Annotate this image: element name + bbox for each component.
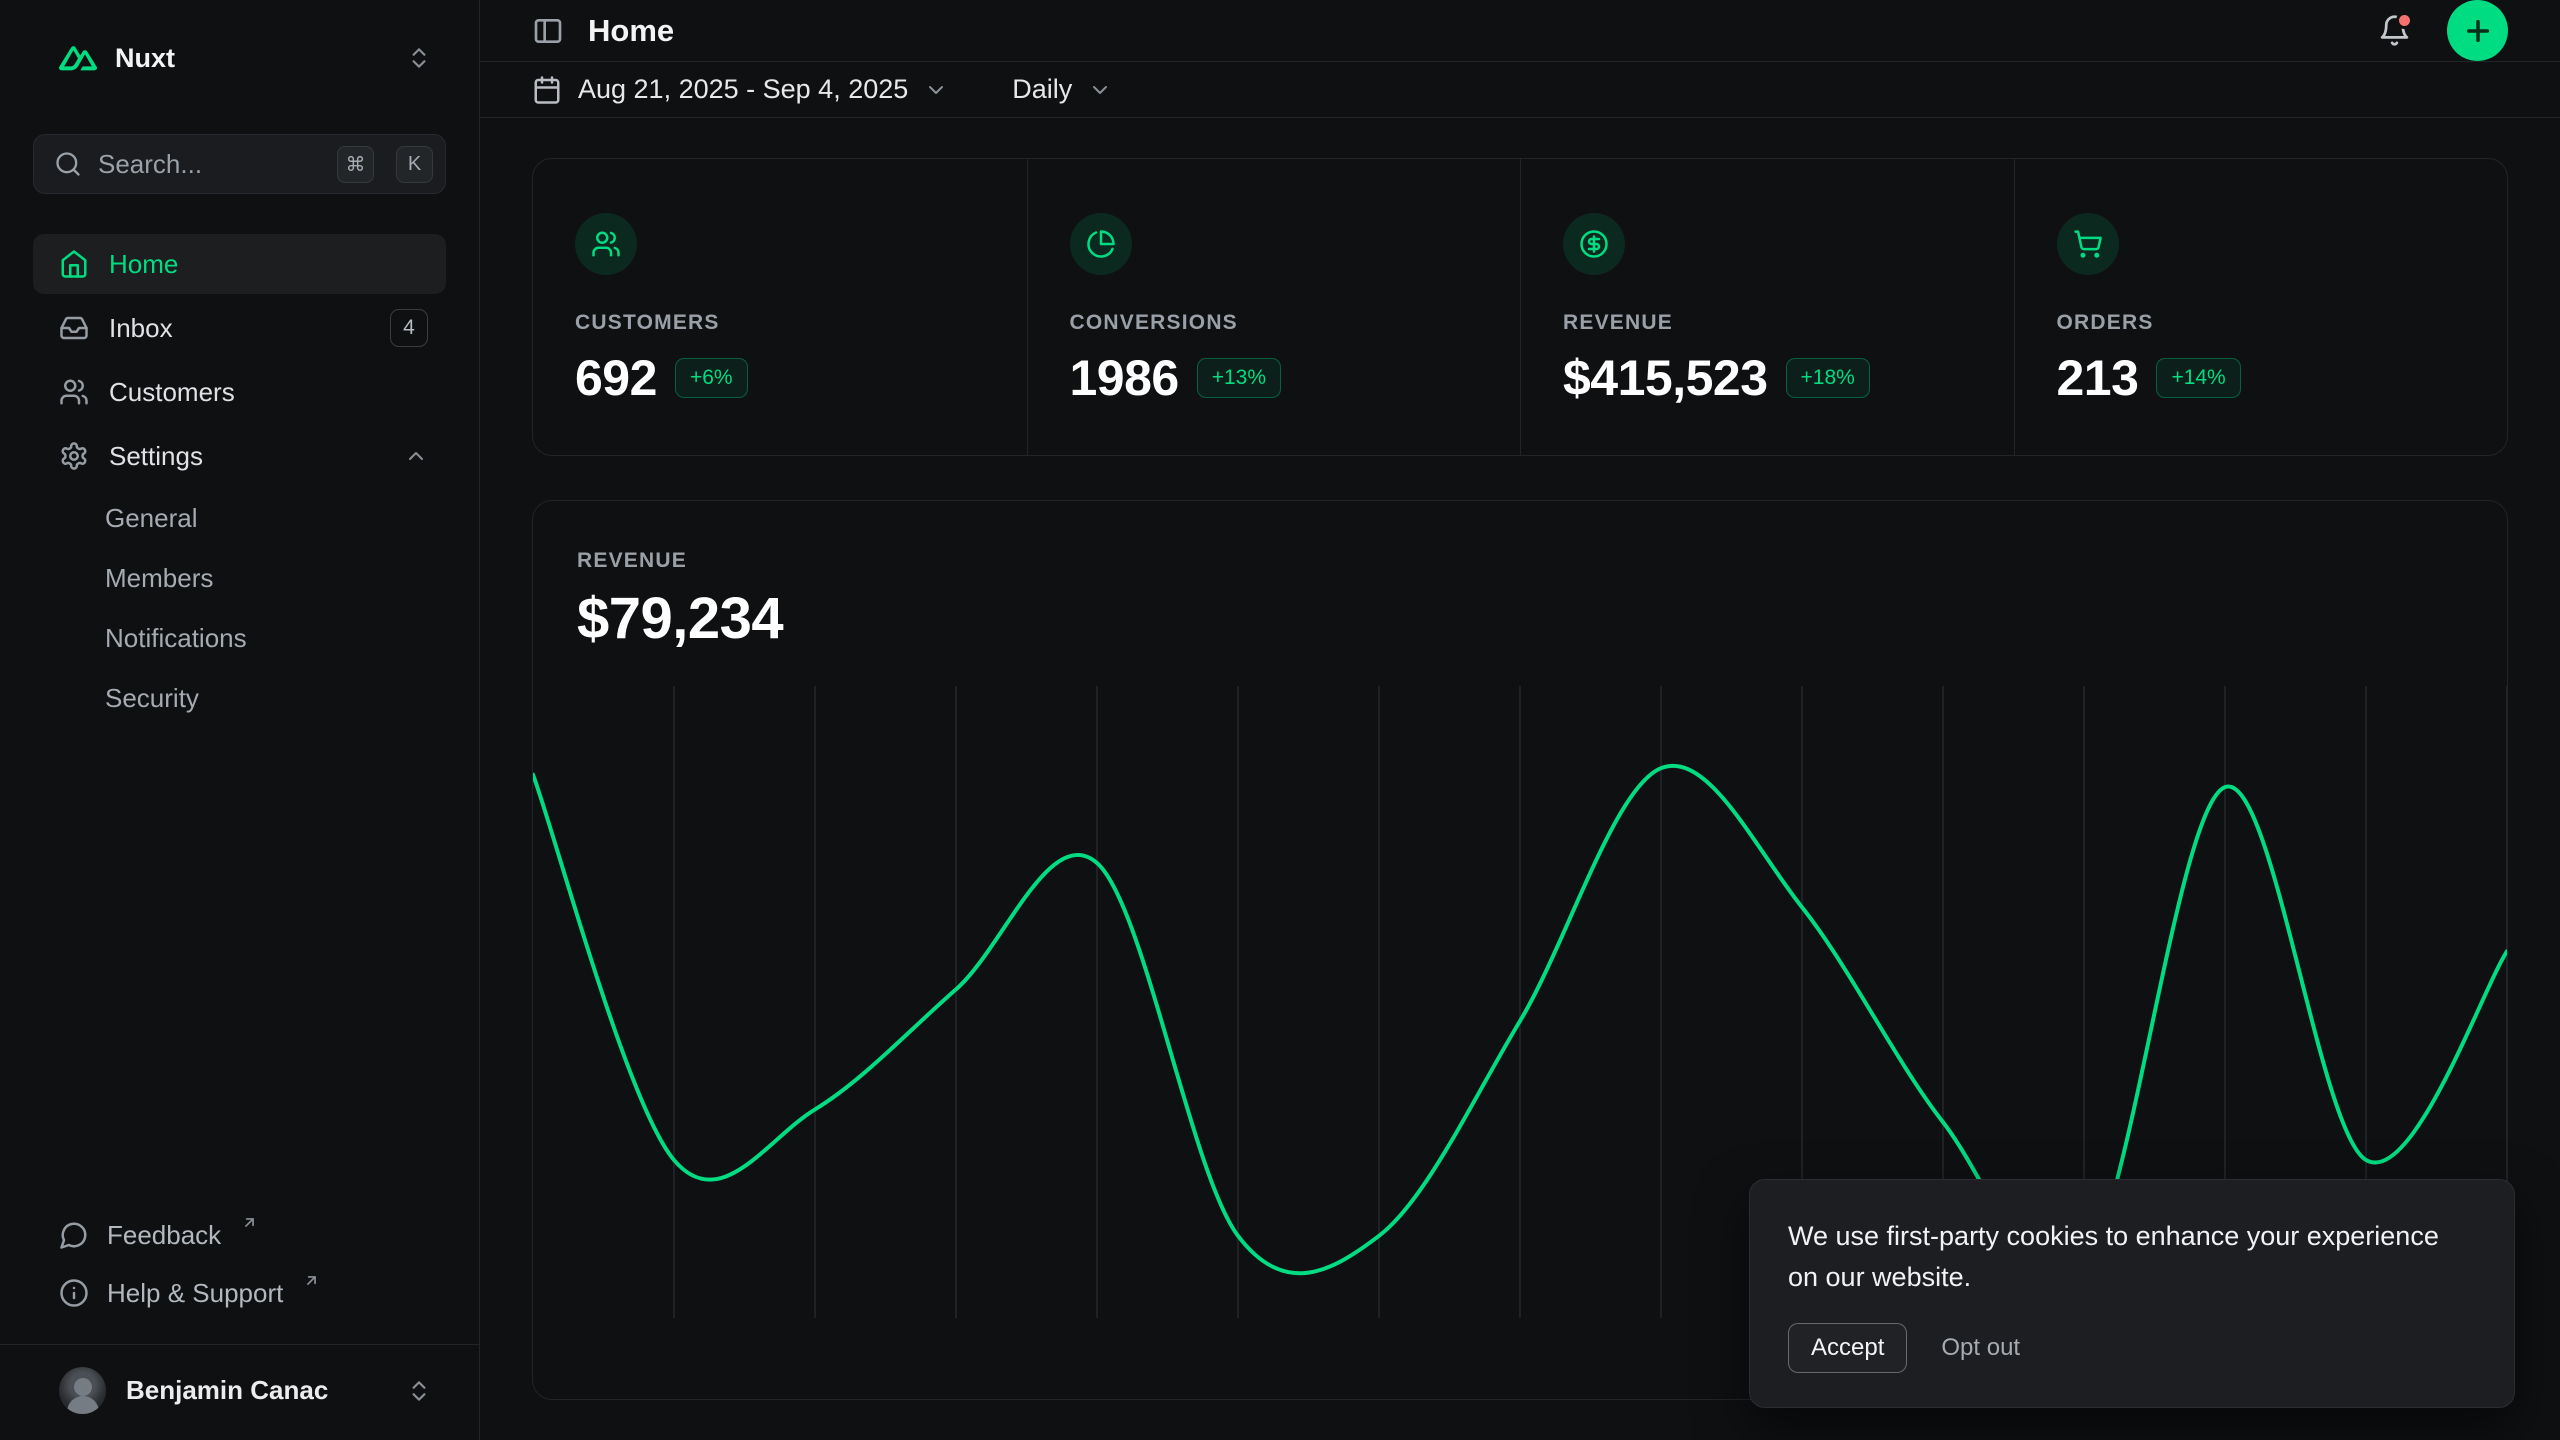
stat-value: 1986 <box>1070 349 1179 407</box>
sidebar-item-security[interactable]: Security <box>33 670 446 726</box>
sidebar-footer: Feedback Help & Support Benjamin Canac <box>33 1206 446 1440</box>
sidebar-item-members[interactable]: Members <box>33 550 446 606</box>
workspace-switcher[interactable]: Nuxt <box>33 26 446 90</box>
page-title: Home <box>588 13 674 49</box>
topbar: Home <box>480 0 2560 62</box>
feedback-link[interactable]: Feedback <box>33 1206 446 1264</box>
date-range-label: Aug 21, 2025 - Sep 4, 2025 <box>578 74 908 105</box>
external-link-icon <box>241 1214 258 1231</box>
home-icon <box>59 249 89 279</box>
stat-delta-badge: +14% <box>2156 358 2240 398</box>
sub-item-label: General <box>105 503 198 534</box>
calendar-icon <box>532 75 562 105</box>
revenue-panel-label: REVENUE <box>577 549 2463 573</box>
chat-bubble-icon <box>59 1220 89 1250</box>
stat-delta-badge: +6% <box>675 358 748 398</box>
user-menu[interactable]: Benjamin Canac <box>0 1344 479 1440</box>
cart-icon <box>2057 213 2119 275</box>
notification-dot <box>2396 12 2413 29</box>
foot-link-label: Help & Support <box>107 1278 283 1309</box>
stat-card-customers[interactable]: CUSTOMERS 692 +6% <box>533 159 1027 455</box>
sidebar-item-notifications[interactable]: Notifications <box>33 610 446 666</box>
stat-value: $415,523 <box>1563 349 1768 407</box>
sidebar: Nuxt ⌘ K Home Inbox 4 <box>0 0 480 1440</box>
info-circle-icon <box>59 1278 89 1308</box>
stat-label: CONVERSIONS <box>1070 311 1479 335</box>
chevrons-up-down-icon <box>406 1378 432 1404</box>
inbox-count-badge: 4 <box>390 309 428 347</box>
kbd-cmd: ⌘ <box>337 146 374 183</box>
foot-link-label: Feedback <box>107 1220 221 1251</box>
cookie-message: We use first-party cookies to enhance yo… <box>1788 1216 2476 1297</box>
sidebar-item-general[interactable]: General <box>33 490 446 546</box>
chevrons-up-down-icon <box>406 45 432 71</box>
external-link-icon <box>303 1272 320 1289</box>
search-field[interactable] <box>98 149 321 180</box>
stat-card-orders[interactable]: ORDERS 213 +14% <box>2014 159 2508 455</box>
avatar <box>59 1367 106 1414</box>
pie-chart-icon <box>1070 213 1132 275</box>
sidebar-item-settings[interactable]: Settings <box>33 426 446 486</box>
stat-label: CUSTOMERS <box>575 311 985 335</box>
sidebar-item-label: Inbox <box>109 313 173 344</box>
gear-icon <box>59 441 89 471</box>
stat-delta-badge: +13% <box>1197 358 1281 398</box>
kbd-k: K <box>396 146 433 183</box>
date-range-picker[interactable]: Aug 21, 2025 - Sep 4, 2025 <box>532 74 948 105</box>
optout-cookies-button[interactable]: Opt out <box>1941 1334 2020 1362</box>
chevron-down-icon <box>1088 78 1112 102</box>
search-input[interactable]: ⌘ K <box>33 134 446 194</box>
stats-grid: CUSTOMERS 692 +6% CONVERSIONS 1986 +13% <box>532 158 2508 456</box>
granularity-select[interactable]: Daily <box>1012 74 1112 105</box>
panel-left-icon[interactable] <box>532 15 564 47</box>
sub-item-label: Members <box>105 563 213 594</box>
user-name: Benjamin Canac <box>126 1375 328 1406</box>
sidebar-item-home[interactable]: Home <box>33 234 446 294</box>
users-icon <box>59 377 89 407</box>
cookie-consent-toast: We use first-party cookies to enhance yo… <box>1749 1179 2515 1408</box>
plus-icon <box>2462 15 2494 47</box>
stat-delta-badge: +18% <box>1786 358 1870 398</box>
stat-card-conversions[interactable]: CONVERSIONS 1986 +13% <box>1027 159 1521 455</box>
accept-cookies-button[interactable]: Accept <box>1788 1323 1907 1373</box>
stat-label: ORDERS <box>2057 311 2466 335</box>
stat-label: REVENUE <box>1563 311 1972 335</box>
sidebar-item-label: Customers <box>109 377 235 408</box>
stat-value: 213 <box>2057 349 2139 407</box>
add-button[interactable] <box>2447 0 2508 61</box>
sidebar-item-inbox[interactable]: Inbox 4 <box>33 298 446 358</box>
search-icon <box>54 150 82 178</box>
granularity-label: Daily <box>1012 74 1072 105</box>
sidebar-nav: Home Inbox 4 Customers Settings General <box>33 234 446 726</box>
chevron-down-icon <box>924 78 948 102</box>
toolbar: Aug 21, 2025 - Sep 4, 2025 Daily <box>480 62 2560 118</box>
workspace-name: Nuxt <box>115 43 175 74</box>
sidebar-item-label: Settings <box>109 441 203 472</box>
notifications-button[interactable] <box>2378 14 2411 47</box>
stat-value: 692 <box>575 349 657 407</box>
dollar-circle-icon <box>1563 213 1625 275</box>
chevron-up-icon <box>404 444 428 468</box>
inbox-icon <box>59 313 89 343</box>
nuxt-logo-icon <box>59 44 97 72</box>
revenue-panel-value: $79,234 <box>577 585 2463 652</box>
sidebar-item-customers[interactable]: Customers <box>33 362 446 422</box>
sub-item-label: Security <box>105 683 199 714</box>
help-support-link[interactable]: Help & Support <box>33 1264 446 1322</box>
sub-item-label: Notifications <box>105 623 247 654</box>
sidebar-item-label: Home <box>109 249 178 280</box>
stat-card-revenue[interactable]: REVENUE $415,523 +18% <box>1520 159 2014 455</box>
users-circle-icon <box>575 213 637 275</box>
